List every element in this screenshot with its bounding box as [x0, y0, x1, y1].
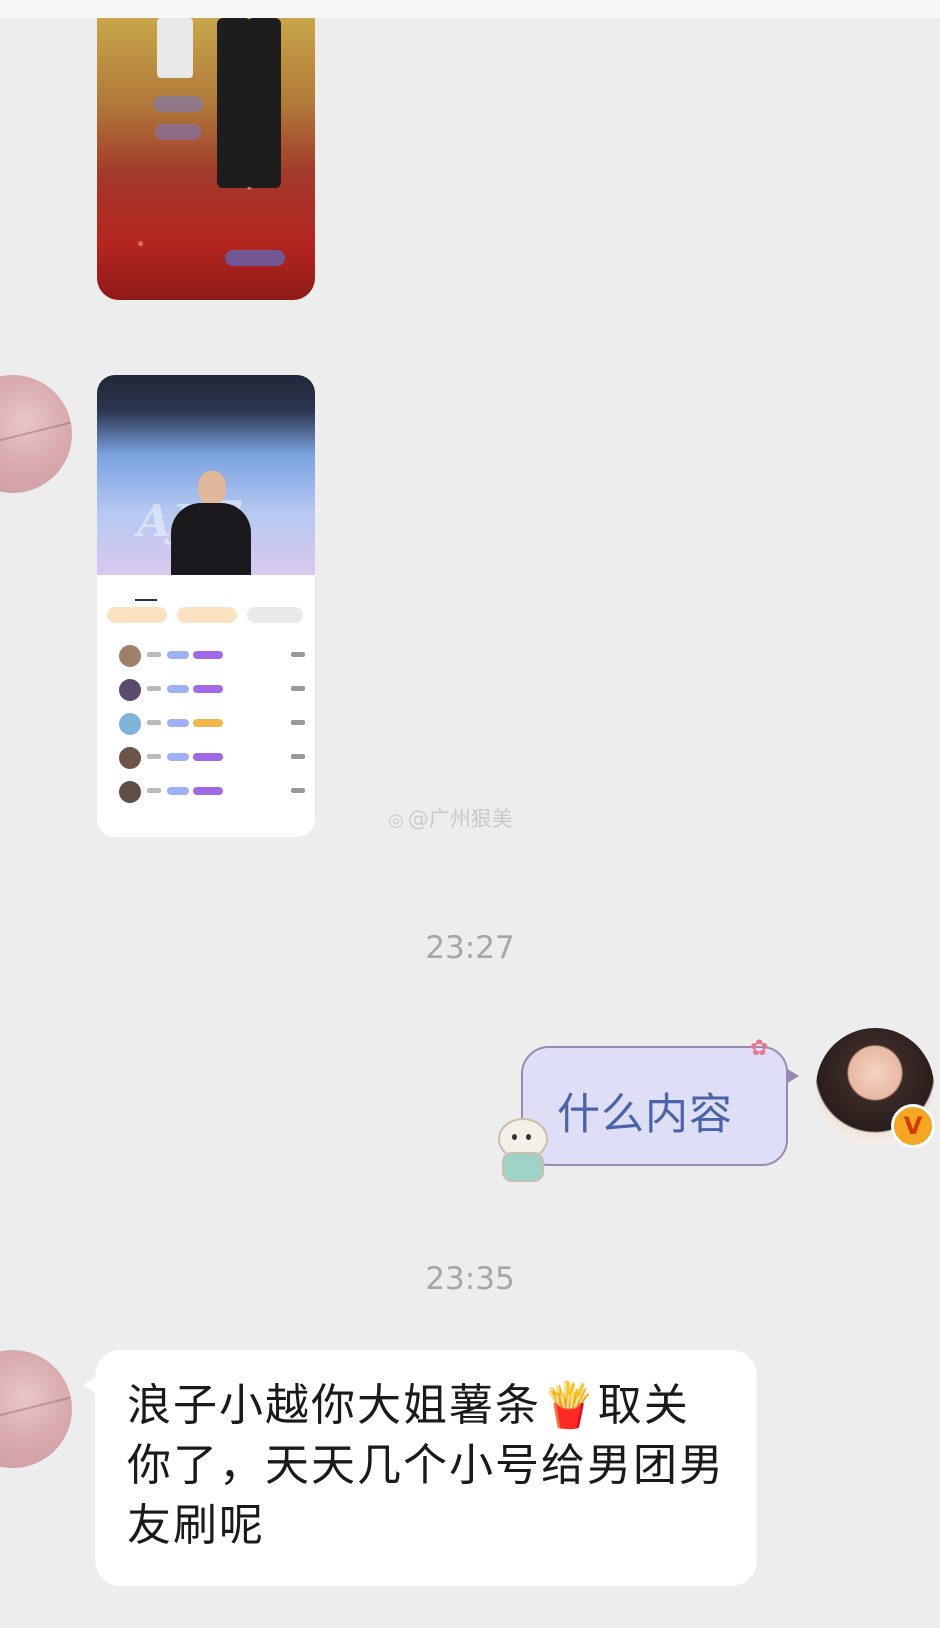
figure-person	[217, 18, 251, 188]
outgoing-message-text: 什么内容	[557, 1090, 733, 1140]
ranking-row	[97, 675, 315, 705]
incoming-message-bubble[interactable]: 浪子小越你大姐薯条🍟取关你了，天天几个小号给男团男友刷呢	[83, 1350, 757, 1586]
verified-badge-icon: V	[891, 1104, 935, 1148]
outgoing-message-bubble[interactable]: 什么内容	[521, 1046, 799, 1166]
incoming-message-text: 浪子小越你大姐薯条🍟取关你了，天天几个小号给男团男友刷呢	[127, 1380, 725, 1551]
ranking-row	[97, 641, 315, 671]
top-bar	[0, 0, 940, 18]
ranking-tabs	[97, 575, 315, 605]
timestamp: 23:35	[425, 1261, 515, 1297]
overlay-chip	[225, 250, 285, 266]
image-message-2[interactable]: AJ团	[97, 375, 315, 837]
ranking-row	[97, 743, 315, 773]
avatar[interactable]	[0, 1350, 72, 1468]
overlay-chip	[153, 96, 203, 112]
figure-shirt	[157, 18, 193, 78]
ranking-row	[97, 777, 315, 807]
filter-chip	[107, 607, 167, 623]
active-tab-indicator	[135, 599, 157, 601]
fish-sticker-icon: ✿	[750, 1036, 769, 1061]
ranking-row	[97, 709, 315, 739]
figure-person	[247, 18, 281, 188]
timestamp: 23:27	[425, 930, 515, 966]
image-message-1[interactable]	[97, 18, 315, 300]
filter-chip	[247, 607, 303, 623]
watermark: ◎ @广州狠美	[388, 803, 513, 833]
watermark-text: @广州狠美	[407, 807, 513, 831]
streamer-figure	[171, 471, 251, 575]
weibo-icon: ◎	[388, 810, 404, 831]
filter-chip	[177, 607, 237, 623]
overlay-chip	[155, 124, 201, 140]
cat-sticker-icon	[490, 1112, 552, 1182]
avatar[interactable]	[0, 375, 72, 493]
